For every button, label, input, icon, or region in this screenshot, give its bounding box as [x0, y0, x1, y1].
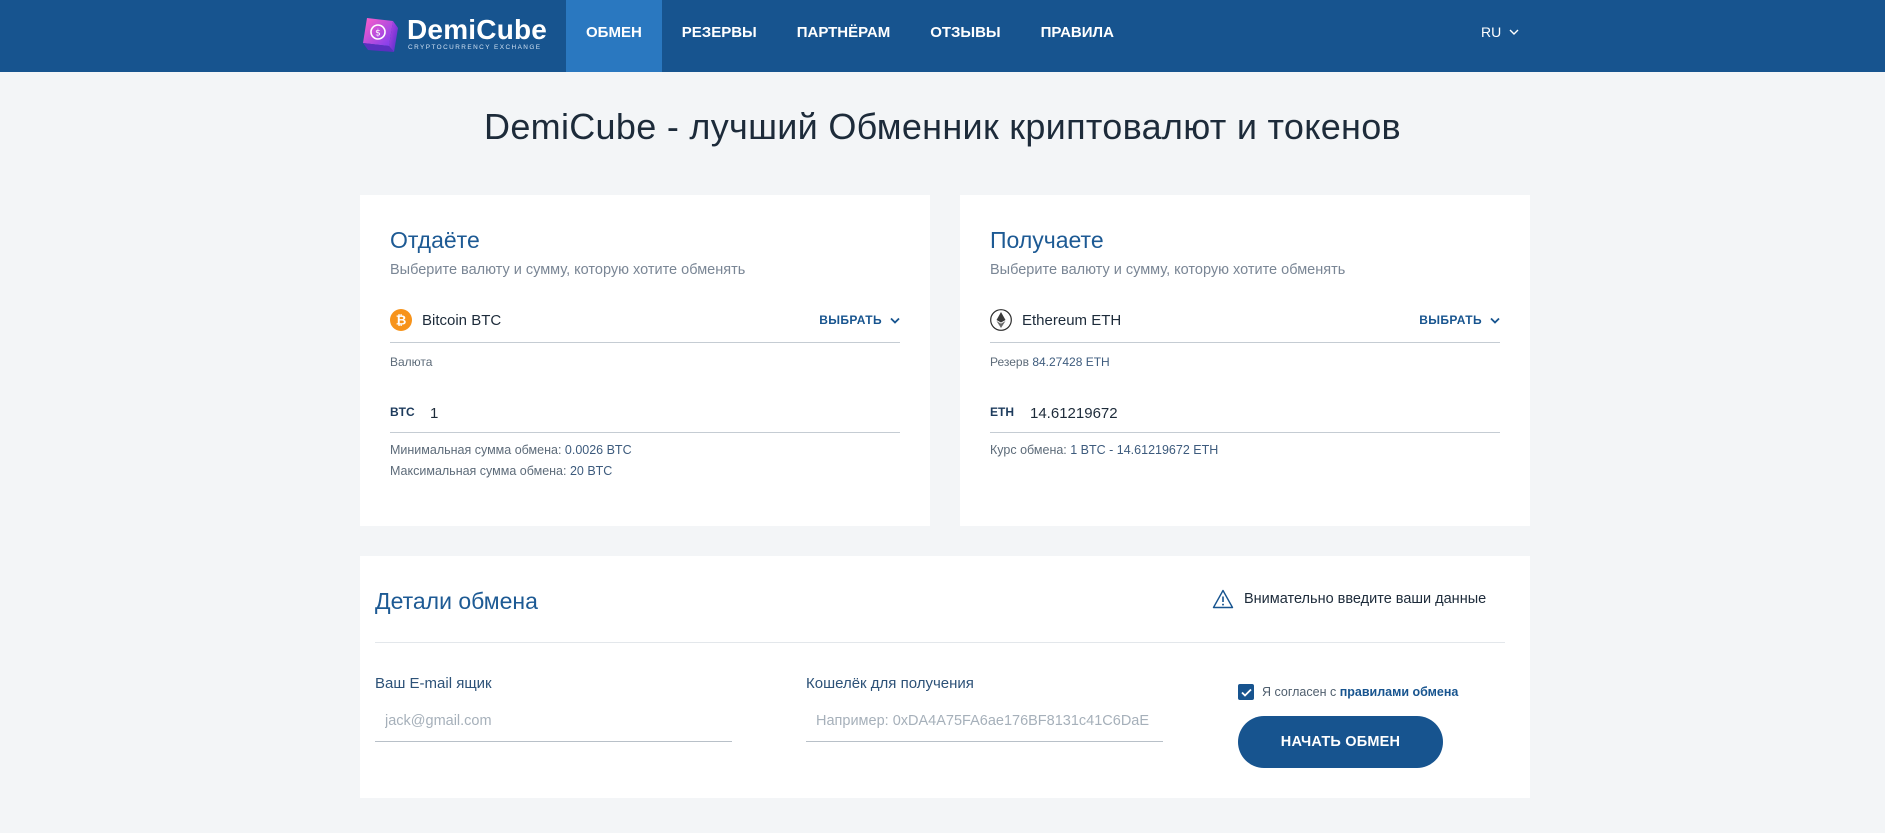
wallet-field[interactable] — [806, 706, 1163, 736]
language-label: RU — [1481, 24, 1502, 40]
warning-text: Внимательно введите ваши данные — [1244, 591, 1487, 607]
min-amount-label: Минимальная сумма обмена: — [390, 443, 565, 457]
give-amount-input[interactable] — [430, 400, 890, 426]
receive-select-label: ВЫБРАТЬ — [1419, 313, 1482, 327]
max-amount-value: 20 BTC — [569, 464, 613, 478]
receive-title: Получаете — [990, 227, 1104, 253]
bitcoin-icon: ₿ — [390, 309, 412, 331]
give-currency-selector[interactable]: ₿ Bitcoin BTC ВЫБРАТЬ — [390, 307, 900, 343]
receive-select-button[interactable]: ВЫБРАТЬ — [1419, 313, 1500, 327]
reserve-value: 84.27428 ETH — [1032, 355, 1110, 369]
email-field[interactable] — [375, 706, 732, 736]
svg-text:$: $ — [375, 29, 381, 39]
min-amount-value: 0.0026 BTC — [564, 443, 632, 457]
brand-tagline: CRYPTOCURRENCY EXCHANGE — [408, 44, 542, 51]
give-currency-caption: Валюта — [390, 355, 433, 369]
exchange-rate-label: Курс обмена: — [990, 443, 1071, 457]
receive-currency-name: Ethereum ETH — [1022, 312, 1122, 329]
chevron-down-icon — [890, 317, 900, 324]
receive-currency-selector[interactable]: Ethereum ETH ВЫБРАТЬ — [990, 307, 1500, 343]
receive-subtitle: Выберите валюту и сумму, которую хотите … — [990, 262, 1346, 278]
receive-panel: Получаете Выберите валюту и сумму, котор… — [960, 195, 1530, 526]
nav-item-partners[interactable]: ПАРТНЁРАМ — [777, 0, 910, 72]
nav-item-reserves[interactable]: РЕЗЕРВЫ — [662, 0, 777, 72]
wallet-field-wrapper — [806, 706, 1163, 742]
terms-text: Я согласен с правилами обмена — [1262, 685, 1458, 699]
give-select-button[interactable]: ВЫБРАТЬ — [819, 313, 900, 327]
wallet-label: Кошелёк для получения — [806, 675, 974, 692]
brand-logo[interactable]: $ DemiCube CRYPTOCURRENCY EXCHANGE — [359, 14, 548, 54]
nav-item-reviews[interactable]: ОТЗЫВЫ — [910, 0, 1020, 72]
details-divider — [375, 642, 1505, 643]
min-amount-note: Минимальная сумма обмена: 0.0026 BTC — [390, 443, 632, 457]
exchange-details-panel: Детали обмена Внимательно введите ваши д… — [360, 556, 1530, 798]
reserve-note: Резерв 84.27428 ETH — [990, 355, 1110, 369]
give-subtitle: Выберите валюту и сумму, которую хотите … — [390, 262, 746, 278]
terms-agreement: Я согласен с правилами обмена — [1238, 684, 1458, 700]
max-amount-note: Максимальная сумма обмена: 20 BTC — [390, 464, 612, 478]
give-title: Отдаёте — [390, 227, 480, 253]
max-amount-label: Максимальная сумма обмена: — [390, 464, 570, 478]
give-panel: Отдаёте Выберите валюту и сумму, которую… — [360, 195, 930, 526]
svg-text:₿: ₿ — [396, 314, 407, 329]
data-warning: Внимательно введите ваши данные — [1212, 589, 1486, 609]
main-nav: ОБМЕН РЕЗЕРВЫ ПАРТНЁРАМ ОТЗЫВЫ ПРАВИЛА — [566, 0, 1134, 72]
receive-amount-input[interactable] — [1030, 400, 1490, 426]
warning-icon — [1212, 589, 1234, 609]
checkmark-icon — [1240, 688, 1252, 697]
give-currency-name: Bitcoin BTC — [422, 312, 502, 329]
terms-link[interactable]: правилами обмена — [1340, 685, 1459, 699]
email-field-wrapper — [375, 706, 732, 742]
reserve-label: Резерв — [990, 355, 1033, 369]
terms-prefix: Я согласен с — [1262, 685, 1340, 699]
brand-name: DemiCube — [407, 14, 548, 45]
ethereum-icon — [990, 309, 1012, 331]
chevron-down-icon — [1509, 29, 1519, 35]
top-navigation-bar: $ DemiCube CRYPTOCURRENCY EXCHANGE ОБМЕН… — [0, 0, 1885, 72]
chevron-down-icon — [1490, 317, 1500, 324]
terms-checkbox[interactable] — [1238, 684, 1254, 700]
page-title: DemiCube - лучший Обменник криптовалют и… — [484, 106, 1401, 147]
start-exchange-button[interactable]: НАЧАТЬ ОБМЕН — [1238, 716, 1443, 768]
give-amount-field: BTC — [390, 395, 900, 433]
give-select-label: ВЫБРАТЬ — [819, 313, 882, 327]
email-label: Ваш E-mail ящик — [375, 675, 492, 692]
give-amount-code: BTC — [390, 405, 415, 419]
nav-item-rules[interactable]: ПРАВИЛА — [1021, 0, 1134, 72]
receive-amount-code: ETH — [990, 405, 1014, 419]
receive-amount-field: ETH — [990, 395, 1500, 433]
nav-item-exchange[interactable]: ОБМЕН — [566, 0, 662, 72]
exchange-rate-note: Курс обмена: 1 BTC - 14.61219672 ETH — [990, 443, 1218, 457]
exchange-rate-value: 1 BTC - 14.61219672 ETH — [1070, 443, 1219, 457]
language-selector[interactable]: RU — [1481, 24, 1519, 40]
details-title: Детали обмена — [375, 588, 538, 614]
cube-logo-icon: $ — [363, 18, 398, 52]
